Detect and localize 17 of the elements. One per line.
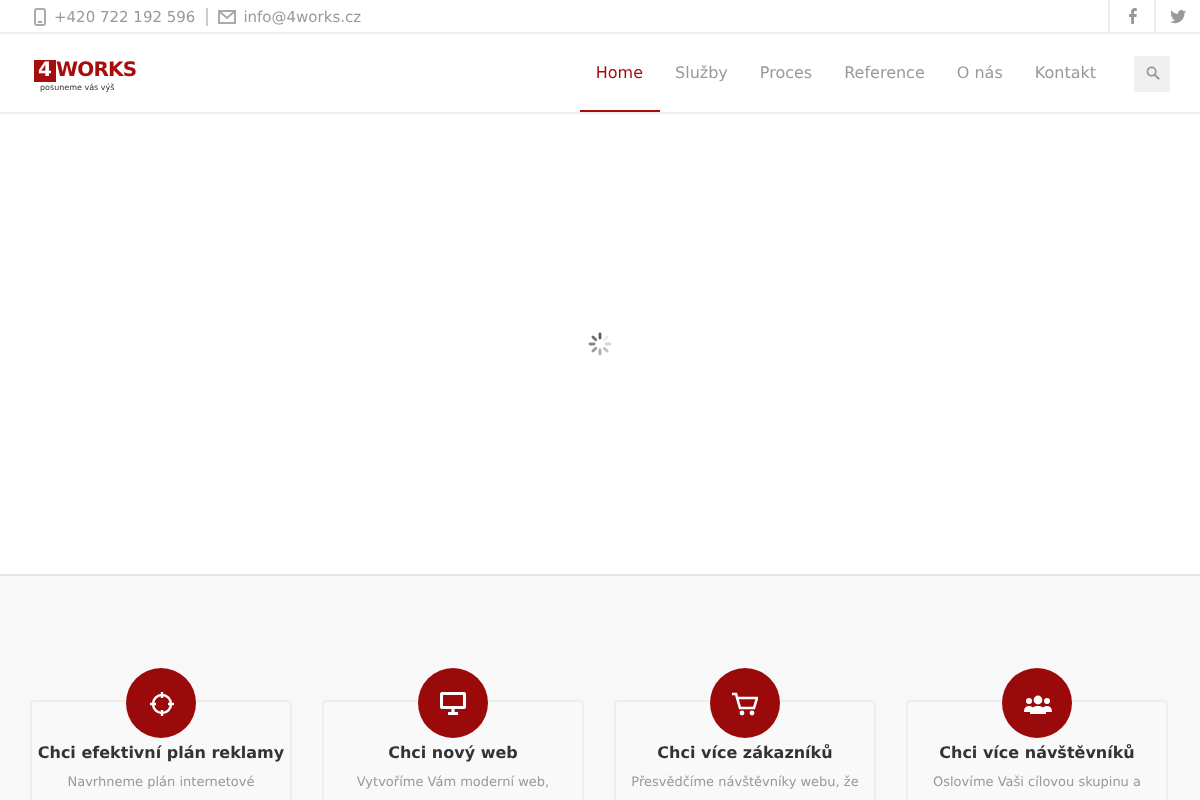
search-icon	[1145, 66, 1159, 80]
nav-link[interactable]: Home	[579, 34, 660, 112]
nav-link[interactable]: Reference	[828, 34, 941, 112]
envelope-icon	[217, 9, 236, 23]
nav-link[interactable]: Kontakt	[1018, 34, 1112, 112]
nav-link[interactable]: Proces	[743, 34, 829, 112]
bird-icon	[1170, 9, 1186, 23]
service-title: Chci nový web	[388, 744, 518, 762]
nav-link[interactable]: O nás	[940, 34, 1019, 112]
loading-spinner-icon	[588, 332, 612, 356]
service-title: Chci více zákazníků	[657, 744, 833, 762]
facebook-icon	[1127, 8, 1137, 24]
search-button[interactable]	[1134, 55, 1170, 91]
service-title: Chci efektivní plán reklamy	[37, 744, 285, 762]
phone-icon	[34, 7, 46, 25]
nav-link[interactable]: Služby	[659, 34, 744, 112]
service-title: Chci více návštěvníků	[939, 744, 1135, 762]
